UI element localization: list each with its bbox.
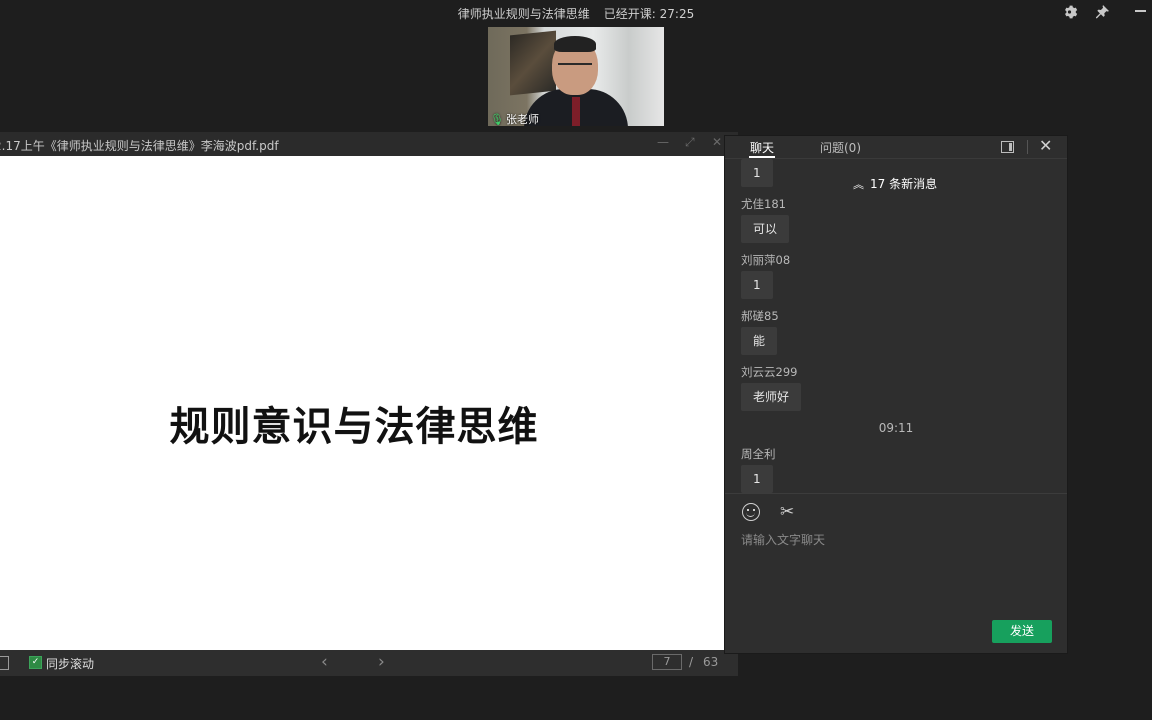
page-separator: / xyxy=(689,655,694,669)
chat-panel: 聊天 问题(0) ✕ 1 尤佳181 可以 刘丽萍08 1 郝磋85 能 刘云云… xyxy=(724,135,1068,654)
teacher-name: 张老师 xyxy=(505,113,539,126)
chat-tab-bar: 聊天 问题(0) ✕ xyxy=(725,136,1067,159)
tab-questions[interactable]: 问题(0) xyxy=(820,139,861,156)
video-person-hair xyxy=(554,36,596,52)
dock-panel-icon[interactable] xyxy=(1001,141,1014,153)
slide-heading: 规则意识与法律思维 xyxy=(169,404,539,450)
chat-input-area: ✂ 发送 xyxy=(725,493,1067,654)
message-username: 郝磋85 xyxy=(741,309,779,323)
divider xyxy=(1027,140,1028,154)
emoji-icon[interactable] xyxy=(742,503,760,521)
new-messages-indicator[interactable]: ︽ 17 条新消息 xyxy=(853,175,937,192)
microphone-icon: 🎙 xyxy=(490,112,504,126)
page-number-input[interactable]: 7 xyxy=(652,654,682,670)
video-person-tie xyxy=(572,97,580,126)
message-username: 刘丽萍08 xyxy=(741,253,791,267)
doc-minimize-icon[interactable]: — xyxy=(657,135,669,149)
double-chevron-up-icon: ︽ xyxy=(853,178,864,191)
message-bubble: 1 xyxy=(741,271,773,299)
message-bubble: 老师好 xyxy=(741,383,802,411)
document-viewer: 2.17上午《律师执业规则与法律思维》李海波pdf.pdf — ⤢ ✕ 规则意识… xyxy=(0,132,738,676)
total-pages: 63 xyxy=(703,655,719,669)
elapsed-time: 已经开课: 27:25 xyxy=(603,7,695,21)
document-title: 2.17上午《律师执业规则与法律思维》李海波pdf.pdf xyxy=(0,139,279,153)
new-messages-label: 17 条新消息 xyxy=(870,177,938,191)
previous-page-icon[interactable]: ‹ xyxy=(321,652,328,672)
document-toolbar: ✓ 同步滚动 ‹ › 7 / 63 xyxy=(0,650,738,676)
settings-gear-icon[interactable] xyxy=(1061,3,1081,21)
message-username: 周全利 xyxy=(741,447,776,461)
teacher-video[interactable]: 🎙 张老师 xyxy=(488,27,664,126)
sync-scroll-checkbox[interactable]: ✓ xyxy=(29,656,42,669)
message-bubble: 1 xyxy=(741,465,773,493)
wall-painting xyxy=(510,30,556,96)
doc-close-icon[interactable]: ✕ xyxy=(712,135,722,149)
slide-page[interactable]: 规则意识与法律思维 xyxy=(0,156,724,650)
message-username: 尤佳181 xyxy=(741,197,786,211)
minimize-icon[interactable] xyxy=(1135,10,1146,12)
thumbnail-view-icon[interactable] xyxy=(0,656,9,670)
message-bubble: 可以 xyxy=(741,215,790,243)
next-page-icon[interactable]: › xyxy=(378,652,385,672)
video-name-label: 🎙 张老师 xyxy=(490,111,539,127)
send-button[interactable]: 发送 xyxy=(992,620,1052,643)
message-bubble: 能 xyxy=(741,327,778,355)
pin-icon[interactable] xyxy=(1092,3,1112,21)
meeting-title-bar: 律师执业规则与法律思维 已经开课: 27:25 xyxy=(0,5,1152,22)
close-icon[interactable]: ✕ xyxy=(1039,136,1052,155)
message-timestamp: 09:11 xyxy=(878,421,914,435)
message-list[interactable]: 1 尤佳181 可以 刘丽萍08 1 郝磋85 能 刘云云299 老师好 09:… xyxy=(725,159,1067,493)
message-bubble: 1 xyxy=(741,159,773,187)
message-username: 刘云云299 xyxy=(741,365,798,379)
sync-scroll-label: 同步滚动 xyxy=(46,657,95,671)
active-tab-indicator xyxy=(749,156,775,158)
course-title: 律师执业规则与法律思维 xyxy=(457,7,590,21)
tab-chat[interactable]: 聊天 xyxy=(750,139,774,156)
screenshot-scissors-icon[interactable]: ✂ xyxy=(780,502,794,522)
video-person-glasses xyxy=(558,63,592,73)
chat-input[interactable] xyxy=(741,531,1041,549)
doc-expand-icon[interactable]: ⤢ xyxy=(685,135,695,150)
